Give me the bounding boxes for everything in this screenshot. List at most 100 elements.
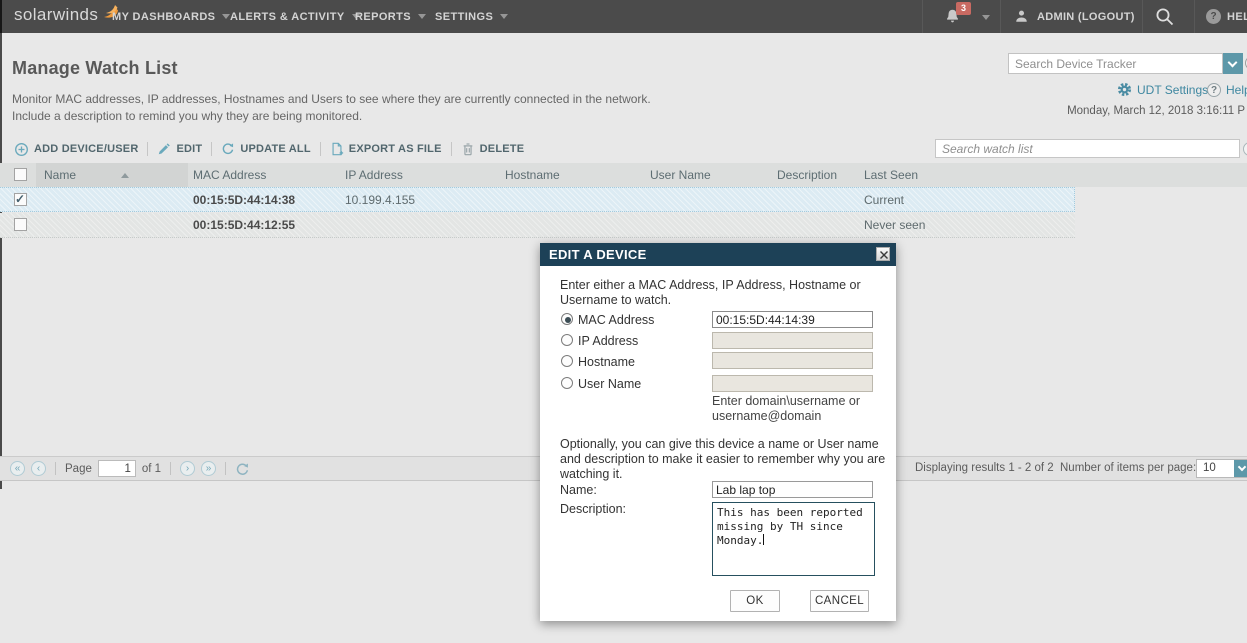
toolbar-separator [211,142,212,156]
nav-settings[interactable]: SETTINGS [435,0,508,33]
window-left-edge-dark [0,0,2,33]
column-header-hostname[interactable]: Hostname [505,168,560,182]
optional-text-line1: Optionally, you can give this device a n… [560,437,879,452]
udt-help-link[interactable]: ? Help [1207,83,1247,97]
previous-page-button[interactable] [31,461,46,476]
column-header-mac[interactable]: MAC Address [193,168,266,182]
next-page-button[interactable] [180,461,195,476]
row-checkbox[interactable] [14,218,27,231]
dialog-intro-line1: Enter either a MAC Address, IP Address, … [560,278,861,293]
edit-device-dialog: EDIT A DEVICE Enter either a MAC Address… [540,243,896,621]
notifications-button[interactable]: 3 [938,0,996,33]
items-per-page-label: Number of items per page: [1060,462,1196,474]
radio-ip-address[interactable] [561,334,573,346]
cell-last-seen: Current [864,193,904,207]
column-header-ip[interactable]: IP Address [345,168,403,182]
search-icon [1155,7,1175,27]
nav-settings-label: SETTINGS [435,11,493,23]
table-row[interactable]: 00:15:5D:44:14:38 10.199.4.155 Current [0,187,1075,212]
chevron-down-icon [1238,463,1246,471]
page-label: Page [65,463,92,475]
row-checkbox[interactable] [14,193,27,206]
toolbar-separator [320,142,321,156]
username-hint-line1: Enter domain\username or [712,394,860,409]
column-header-name[interactable]: Name [36,163,188,187]
nav-reports-label: REPORTS [355,11,411,23]
radio-user-name[interactable] [561,377,573,389]
nav-reports[interactable]: REPORTS [355,0,426,33]
radio-user-name-label: User Name [578,377,641,391]
select-all-checkbox[interactable] [14,168,27,181]
radio-mac-address[interactable] [561,313,573,325]
update-all-label: UPDATE ALL [240,143,310,155]
nav-divider [922,0,923,33]
pencil-icon [157,142,171,156]
chevron-down-icon [500,14,508,19]
clipped-search-icon [1243,142,1247,156]
nav-divider [1142,0,1143,33]
nav-alerts-activity-label: ALERTS & ACTIVITY [230,11,345,23]
last-page-button[interactable] [201,461,216,476]
description-line: Monday. [717,534,870,548]
ok-button[interactable]: OK [730,590,780,612]
sort-ascending-icon [121,173,129,178]
close-button[interactable] [876,247,890,261]
udt-settings-link[interactable]: UDT Settings [1117,82,1208,97]
cell-mac-address: 00:15:5D:44:12:55 [193,218,295,232]
delete-button[interactable]: DELETE [461,142,525,156]
toolbar-separator [147,142,148,156]
radio-hostname[interactable] [561,355,573,367]
radio-hostname-label: Hostname [578,355,635,369]
cancel-button[interactable]: CANCEL [810,590,869,612]
delete-label: DELETE [480,143,525,155]
add-device-user-label: ADD DEVICE/USER [34,143,138,155]
search-scope-dropdown-button[interactable] [1223,53,1243,74]
nav-alerts-activity[interactable]: ALERTS & ACTIVITY [230,0,360,33]
table-row[interactable]: 00:15:5D:44:12:55 Never seen [0,213,1075,238]
nav-divider [1194,0,1195,33]
items-per-page-value: 10 [1203,462,1216,474]
column-header-description[interactable]: Description [777,168,837,182]
edit-label: EDIT [176,143,202,155]
first-page-button[interactable] [10,461,25,476]
solarwinds-logo[interactable]: solarwinds [14,5,121,25]
export-as-file-label: EXPORT AS FILE [349,143,442,155]
search-device-tracker-input[interactable] [1008,53,1223,74]
cell-ip-address: 10.199.4.155 [345,193,415,207]
add-device-user-button[interactable]: ADD DEVICE/USER [14,142,138,157]
close-icon [879,250,889,260]
search-watch-list-input[interactable] [935,139,1240,158]
user-name-input [712,375,873,392]
dialog-intro-line2: Username to watch. [560,293,671,308]
trash-icon [461,142,475,156]
user-menu[interactable]: ADMIN (LOGOUT) [1014,0,1135,33]
nav-search-button[interactable] [1155,7,1175,32]
column-header-username[interactable]: User Name [650,168,711,182]
description-textarea[interactable]: This has been reported missing by TH sin… [712,502,875,576]
device-name-input[interactable] [712,481,873,498]
export-as-file-button[interactable]: EXPORT AS FILE [330,142,442,156]
cell-mac-address: 00:15:5D:44:14:38 [193,193,295,207]
displaying-results-label: Displaying results 1 - 2 of 2 [915,462,1054,474]
ip-address-input [712,332,873,349]
pagination-separator [170,462,171,475]
items-per-page-select[interactable]: 10 [1196,459,1247,478]
description-field-label: Description: [560,502,626,516]
edit-button[interactable]: EDIT [157,142,202,156]
radio-mac-address-label: MAC Address [578,313,654,327]
mac-address-input[interactable] [712,311,873,328]
watchlist-table-header: Name MAC Address IP Address Hostname Use… [0,163,1247,187]
refresh-icon[interactable] [235,462,250,477]
column-header-lastseen[interactable]: Last Seen [864,168,918,182]
nav-divider [1000,0,1001,33]
username-hint-line2: username@domain [712,409,821,424]
help-icon: ? [1207,83,1221,97]
nav-help-button[interactable]: ? HELP [1206,0,1247,33]
top-nav: solarwinds MY DASHBOARDS ALERTS & ACTIVI… [0,0,1247,33]
update-all-button[interactable]: UPDATE ALL [221,142,310,156]
name-field-label: Name: [560,483,597,497]
optional-text-line2: and description to make it easier to rem… [560,452,885,467]
page-number-input[interactable] [98,460,136,477]
dialog-titlebar[interactable]: EDIT A DEVICE [540,243,896,266]
nav-my-dashboards[interactable]: MY DASHBOARDS [112,0,230,33]
